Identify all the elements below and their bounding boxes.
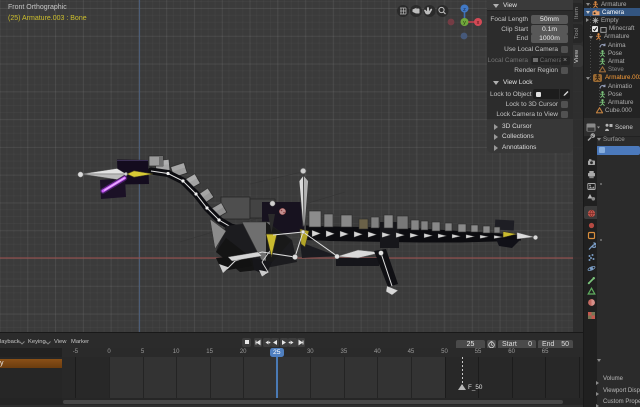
svg-text:z: z (463, 7, 466, 13)
